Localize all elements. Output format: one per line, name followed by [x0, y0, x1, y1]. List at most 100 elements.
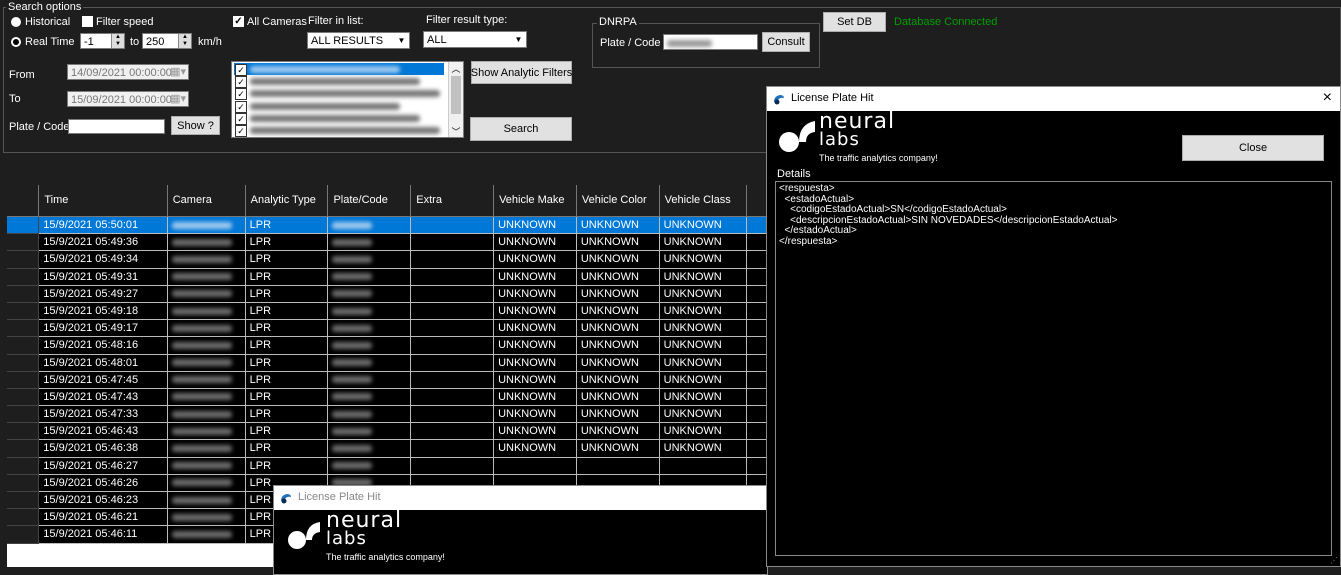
redacted-camera — [171, 221, 232, 229]
chevron-down-icon[interactable]: ﹀ — [449, 125, 463, 137]
cell-analytic-type: LPR — [245, 371, 329, 389]
resize-grip-icon[interactable]: ⋰ — [1330, 556, 1338, 565]
filter-speed-checkbox[interactable] — [82, 16, 93, 27]
speed-from-input[interactable]: -1 ▲ ▼ — [80, 33, 125, 49]
camera-list-item[interactable]: ✓ — [234, 112, 448, 125]
column-header[interactable] — [747, 185, 767, 217]
speed-to-input[interactable]: 250 ▲ ▼ — [142, 33, 192, 49]
camera-checkbox[interactable]: ✓ — [235, 125, 247, 137]
column-header[interactable]: Plate/Code — [328, 185, 412, 217]
cell-camera — [167, 217, 246, 235]
table-row[interactable]: 15/9/2021 05:49:18 LPR UNKNOWN UNKNOWN UNKNO… — [7, 302, 767, 321]
table-row[interactable]: 15/9/2021 05:47:33 LPR UNKNOWN UNKNOWN UNKNO… — [7, 406, 767, 424]
table-row[interactable]: 15/9/2021 05:46:27 LPR — [7, 457, 767, 475]
table-row[interactable]: 15/9/2021 05:49:17 LPR UNKNOWN UNKNOWN UNKNO… — [7, 320, 767, 338]
chevron-up-icon[interactable]: ︿ — [449, 62, 463, 74]
cell-plate — [328, 217, 412, 235]
camera-list-item[interactable]: ✓ — [234, 124, 448, 137]
cell-extra — [411, 440, 495, 458]
table-row[interactable]: 15/9/2021 05:50:01 LPR UNKNOWN UNKNOWN UNKNO… — [7, 217, 767, 235]
details-textarea[interactable]: <respuesta> <estadoActual> <codigoEstado… — [775, 181, 1332, 556]
historical-label: Historical — [25, 16, 71, 28]
table-row[interactable]: 15/9/2021 05:47:45 LPR UNKNOWN UNKNOWN UNKNO… — [7, 371, 767, 389]
set-db-button[interactable]: Set DB — [823, 12, 886, 32]
to-datetime-picker[interactable]: 15/09/2021 00:00:00 ▦▾ — [67, 91, 189, 107]
filter-in-list-select[interactable]: ALL RESULTS ▼ — [307, 32, 410, 49]
all-cameras-checkbox[interactable]: ✓ — [233, 16, 244, 27]
table-row[interactable]: 15/9/2021 05:49:34 LPR UNKNOWN UNKNOWN UNKNO… — [7, 251, 767, 269]
dnrpa-plate-input[interactable] — [663, 34, 758, 50]
cell-plate — [328, 354, 412, 372]
table-row[interactable]: 15/9/2021 05:48:16 LPR UNKNOWN UNKNOWN UNKNO… — [7, 337, 767, 355]
column-header[interactable]: Vehicle Color — [576, 185, 660, 217]
cell-camera — [167, 251, 246, 269]
table-row[interactable]: 15/9/2021 05:49:36 LPR UNKNOWN UNKNOWN UNKNO… — [7, 234, 767, 252]
consult-button[interactable]: Consult — [762, 32, 810, 52]
cell-vehicle-class: UNKNOWN — [659, 423, 748, 441]
cell-vehicle-class: UNKNOWN — [659, 388, 748, 407]
camera-list-item[interactable]: ✓ — [234, 63, 448, 76]
redacted-camera — [171, 255, 232, 263]
camera-checkbox[interactable]: ✓ — [235, 76, 247, 89]
cell-plate — [328, 388, 412, 407]
all-cameras-label: All Cameras — [247, 16, 307, 28]
list-scrollbar[interactable]: ︿ ﹀ — [448, 62, 463, 137]
calendar-dropdown-icon[interactable]: ▦▾ — [170, 92, 186, 106]
filter-result-type-select[interactable]: ALL ▼ — [423, 31, 527, 48]
redacted-plate — [332, 359, 373, 367]
cell-camera — [167, 423, 246, 441]
speed-to-spinner-icon[interactable]: ▲ ▼ — [178, 34, 191, 48]
dialog-title: License Plate Hit — [791, 92, 874, 104]
column-header[interactable]: Extra — [411, 185, 495, 217]
plate-code-input[interactable] — [68, 119, 165, 134]
close-icon[interactable]: × — [1323, 89, 1332, 107]
camera-checkbox[interactable]: ✓ — [235, 112, 247, 125]
column-header[interactable]: Time — [39, 185, 168, 217]
camera-checkbox[interactable]: ✓ — [235, 88, 247, 101]
column-header[interactable]: Analytic Type — [245, 185, 329, 217]
camera-list-item[interactable]: ✓ — [234, 100, 448, 113]
cell-plate — [328, 234, 412, 252]
show-help-button[interactable]: Show ? — [171, 116, 220, 135]
column-header[interactable]: Camera — [167, 185, 246, 217]
cell-overflow — [747, 337, 767, 355]
calendar-dropdown-icon[interactable]: ▦▾ — [170, 65, 186, 79]
table-row[interactable]: 15/9/2021 05:48:01 LPR UNKNOWN UNKNOWN UNKNO… — [7, 354, 767, 372]
column-header[interactable]: Vehicle Make — [494, 185, 577, 217]
column-header[interactable]: Vehicle Class — [659, 185, 748, 217]
camera-checkbox[interactable]: ✓ — [235, 100, 247, 113]
speed-from-spinner-icon[interactable]: ▲ ▼ — [111, 34, 124, 48]
table-row[interactable]: 15/9/2021 05:46:43 LPR UNKNOWN UNKNOWN UNKNO… — [7, 423, 767, 441]
redacted-camera-name — [250, 66, 400, 73]
row-header — [7, 406, 40, 424]
cell-vehicle-color: UNKNOWN — [576, 423, 660, 441]
realtime-radio[interactable] — [11, 37, 21, 47]
camera-checkbox[interactable]: ✓ — [235, 64, 247, 76]
table-row[interactable]: 15/9/2021 05:49:31 LPR UNKNOWN UNKNOWN UNKNO… — [7, 268, 767, 286]
cell-vehicle-class: UNKNOWN — [659, 406, 748, 424]
redacted-camera — [171, 496, 232, 504]
cell-camera — [167, 526, 246, 544]
cell-analytic-type: LPR — [245, 423, 329, 441]
table-row[interactable]: 15/9/2021 05:46:38 LPR UNKNOWN UNKNOWN UNKNO… — [7, 440, 767, 458]
historical-radio[interactable] — [11, 17, 21, 27]
dialog-titlebar[interactable]: License Plate Hit × — [767, 87, 1340, 111]
cell-vehicle-make: UNKNOWN — [494, 320, 577, 338]
dialog-titlebar[interactable]: License Plate Hit — [274, 486, 767, 510]
scrollbar-thumb[interactable] — [451, 76, 461, 114]
table-row[interactable]: 15/9/2021 05:47:43 LPR UNKNOWN UNKNOWN UNKNO… — [7, 388, 767, 407]
camera-list-item[interactable]: ✓ — [234, 87, 448, 101]
cell-overflow — [747, 440, 767, 458]
from-datetime-picker[interactable]: 14/09/2021 00:00:00 ▦▾ — [67, 64, 189, 80]
cell-vehicle-make — [494, 457, 577, 475]
redacted-camera-name — [250, 78, 420, 86]
close-button[interactable]: Close — [1182, 135, 1324, 161]
cell-extra — [411, 217, 495, 235]
camera-list-item[interactable]: ✓ — [234, 75, 448, 89]
cell-overflow — [747, 354, 767, 372]
camera-list[interactable]: ✓ ✓ ✓ ✓ ✓ ✓ ︿ ﹀ — [231, 61, 464, 138]
search-button[interactable]: Search — [470, 117, 572, 141]
cell-vehicle-class: UNKNOWN — [659, 234, 748, 252]
show-analytic-filters-button[interactable]: Show Analytic Filters — [471, 61, 572, 84]
table-row[interactable]: 15/9/2021 05:49:27 LPR UNKNOWN UNKNOWN UNKNO… — [7, 285, 767, 303]
